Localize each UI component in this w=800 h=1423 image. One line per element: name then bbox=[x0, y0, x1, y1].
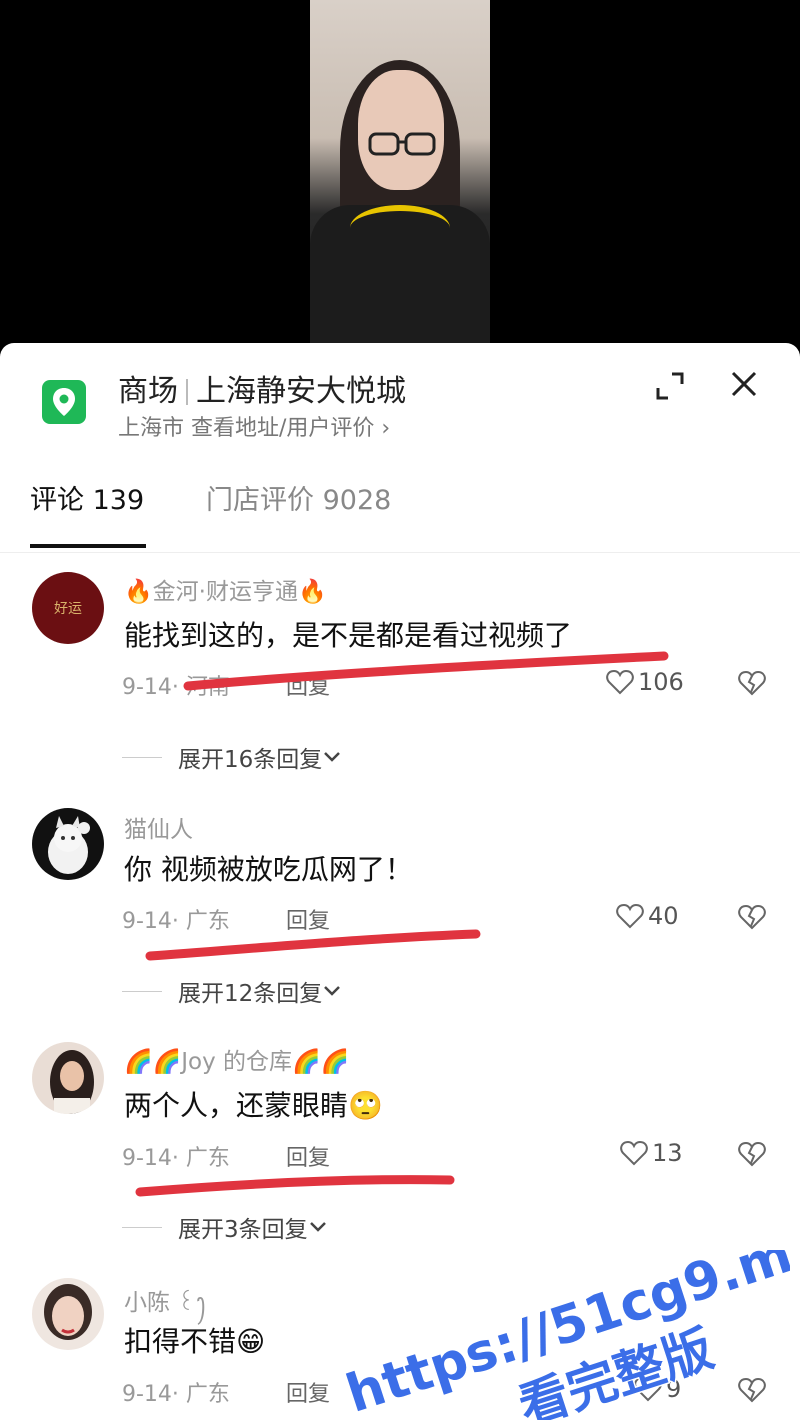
location-subtitle-link[interactable]: 上海市 查看地址/用户评价 › bbox=[118, 410, 390, 442]
reply-button[interactable]: 回复 bbox=[286, 1376, 330, 1408]
tab-store-reviews[interactable]: 门店评价 9028 bbox=[206, 478, 391, 517]
expand-replies[interactable]: 展开3条回复 bbox=[122, 1210, 328, 1244]
like-button[interactable]: 13 bbox=[620, 1139, 683, 1167]
red-marker-underline bbox=[135, 1175, 455, 1197]
expand-replies[interactable]: 展开16条回复 bbox=[122, 740, 342, 774]
expand-icon[interactable] bbox=[652, 368, 688, 404]
heart-icon bbox=[616, 903, 644, 929]
heart-icon bbox=[620, 1140, 648, 1166]
watermark-overlay: https://51cg9.me 看完整版 bbox=[338, 1250, 790, 1420]
location-pin-icon bbox=[42, 380, 86, 424]
comment-text: 你 视频被放吃瓜网了！ bbox=[124, 853, 413, 886]
video-person-glasses bbox=[368, 132, 436, 156]
location-title[interactable]: 商场 上海静安大悦城 bbox=[118, 366, 406, 410]
avatar[interactable] bbox=[32, 1042, 104, 1114]
comment-date-region: 9-14· 广东 bbox=[122, 1382, 230, 1407]
person-avatar-image bbox=[44, 1284, 92, 1340]
tab-comments[interactable]: 评论 139 bbox=[30, 478, 144, 517]
like-button[interactable]: 40 bbox=[616, 902, 679, 930]
comment-username[interactable]: 猫仙人 bbox=[124, 810, 193, 844]
avatar[interactable] bbox=[32, 1278, 104, 1350]
expand-replies-label: 展开12条回复 bbox=[178, 981, 323, 1007]
avatar[interactable]: 好运 bbox=[32, 572, 104, 644]
title-separator bbox=[186, 379, 188, 405]
chevron-down-icon bbox=[324, 986, 341, 996]
like-count: 13 bbox=[652, 1139, 683, 1167]
dislike-broken-heart-icon[interactable] bbox=[738, 903, 766, 931]
dislike-broken-heart-icon[interactable] bbox=[738, 1140, 766, 1168]
location-category: 商场 bbox=[118, 374, 178, 409]
expand-replies-label: 展开16条回复 bbox=[178, 747, 323, 773]
avatar-text: 好运 bbox=[54, 601, 82, 617]
woman-avatar-image bbox=[50, 1050, 94, 1114]
video-person-face bbox=[358, 70, 444, 190]
location-name: 上海静安大悦城 bbox=[196, 374, 406, 409]
red-marker-underline bbox=[183, 651, 669, 691]
expand-replies-label: 展开3条回复 bbox=[178, 1217, 308, 1243]
dislike-broken-heart-icon[interactable] bbox=[738, 669, 766, 697]
comment-text: 扣得不错😁 bbox=[124, 1325, 266, 1358]
chevron-down-icon bbox=[309, 1222, 326, 1232]
video-person-collar bbox=[350, 205, 450, 251]
comment-username[interactable]: 🌈🌈Joy 的仓库🌈🌈 bbox=[124, 1042, 349, 1076]
like-count: 40 bbox=[648, 902, 679, 930]
comment-username[interactable]: 🔥金河·财运亨通🔥 bbox=[124, 572, 327, 606]
divider bbox=[0, 552, 800, 553]
expand-line bbox=[122, 1226, 162, 1228]
cat-avatar-image bbox=[48, 816, 90, 874]
active-tab-indicator bbox=[30, 544, 146, 548]
video-frame[interactable] bbox=[310, 0, 490, 345]
close-icon[interactable] bbox=[728, 368, 760, 400]
comment-text: 两个人，还蒙眼睛🙄 bbox=[124, 1089, 383, 1122]
chevron-down-icon bbox=[324, 752, 341, 762]
red-marker-underline bbox=[145, 929, 481, 961]
video-area[interactable] bbox=[0, 0, 800, 345]
expand-line bbox=[122, 756, 162, 758]
expand-replies[interactable]: 展开12条回复 bbox=[122, 974, 342, 1008]
expand-line bbox=[122, 990, 162, 992]
avatar[interactable] bbox=[32, 808, 104, 880]
